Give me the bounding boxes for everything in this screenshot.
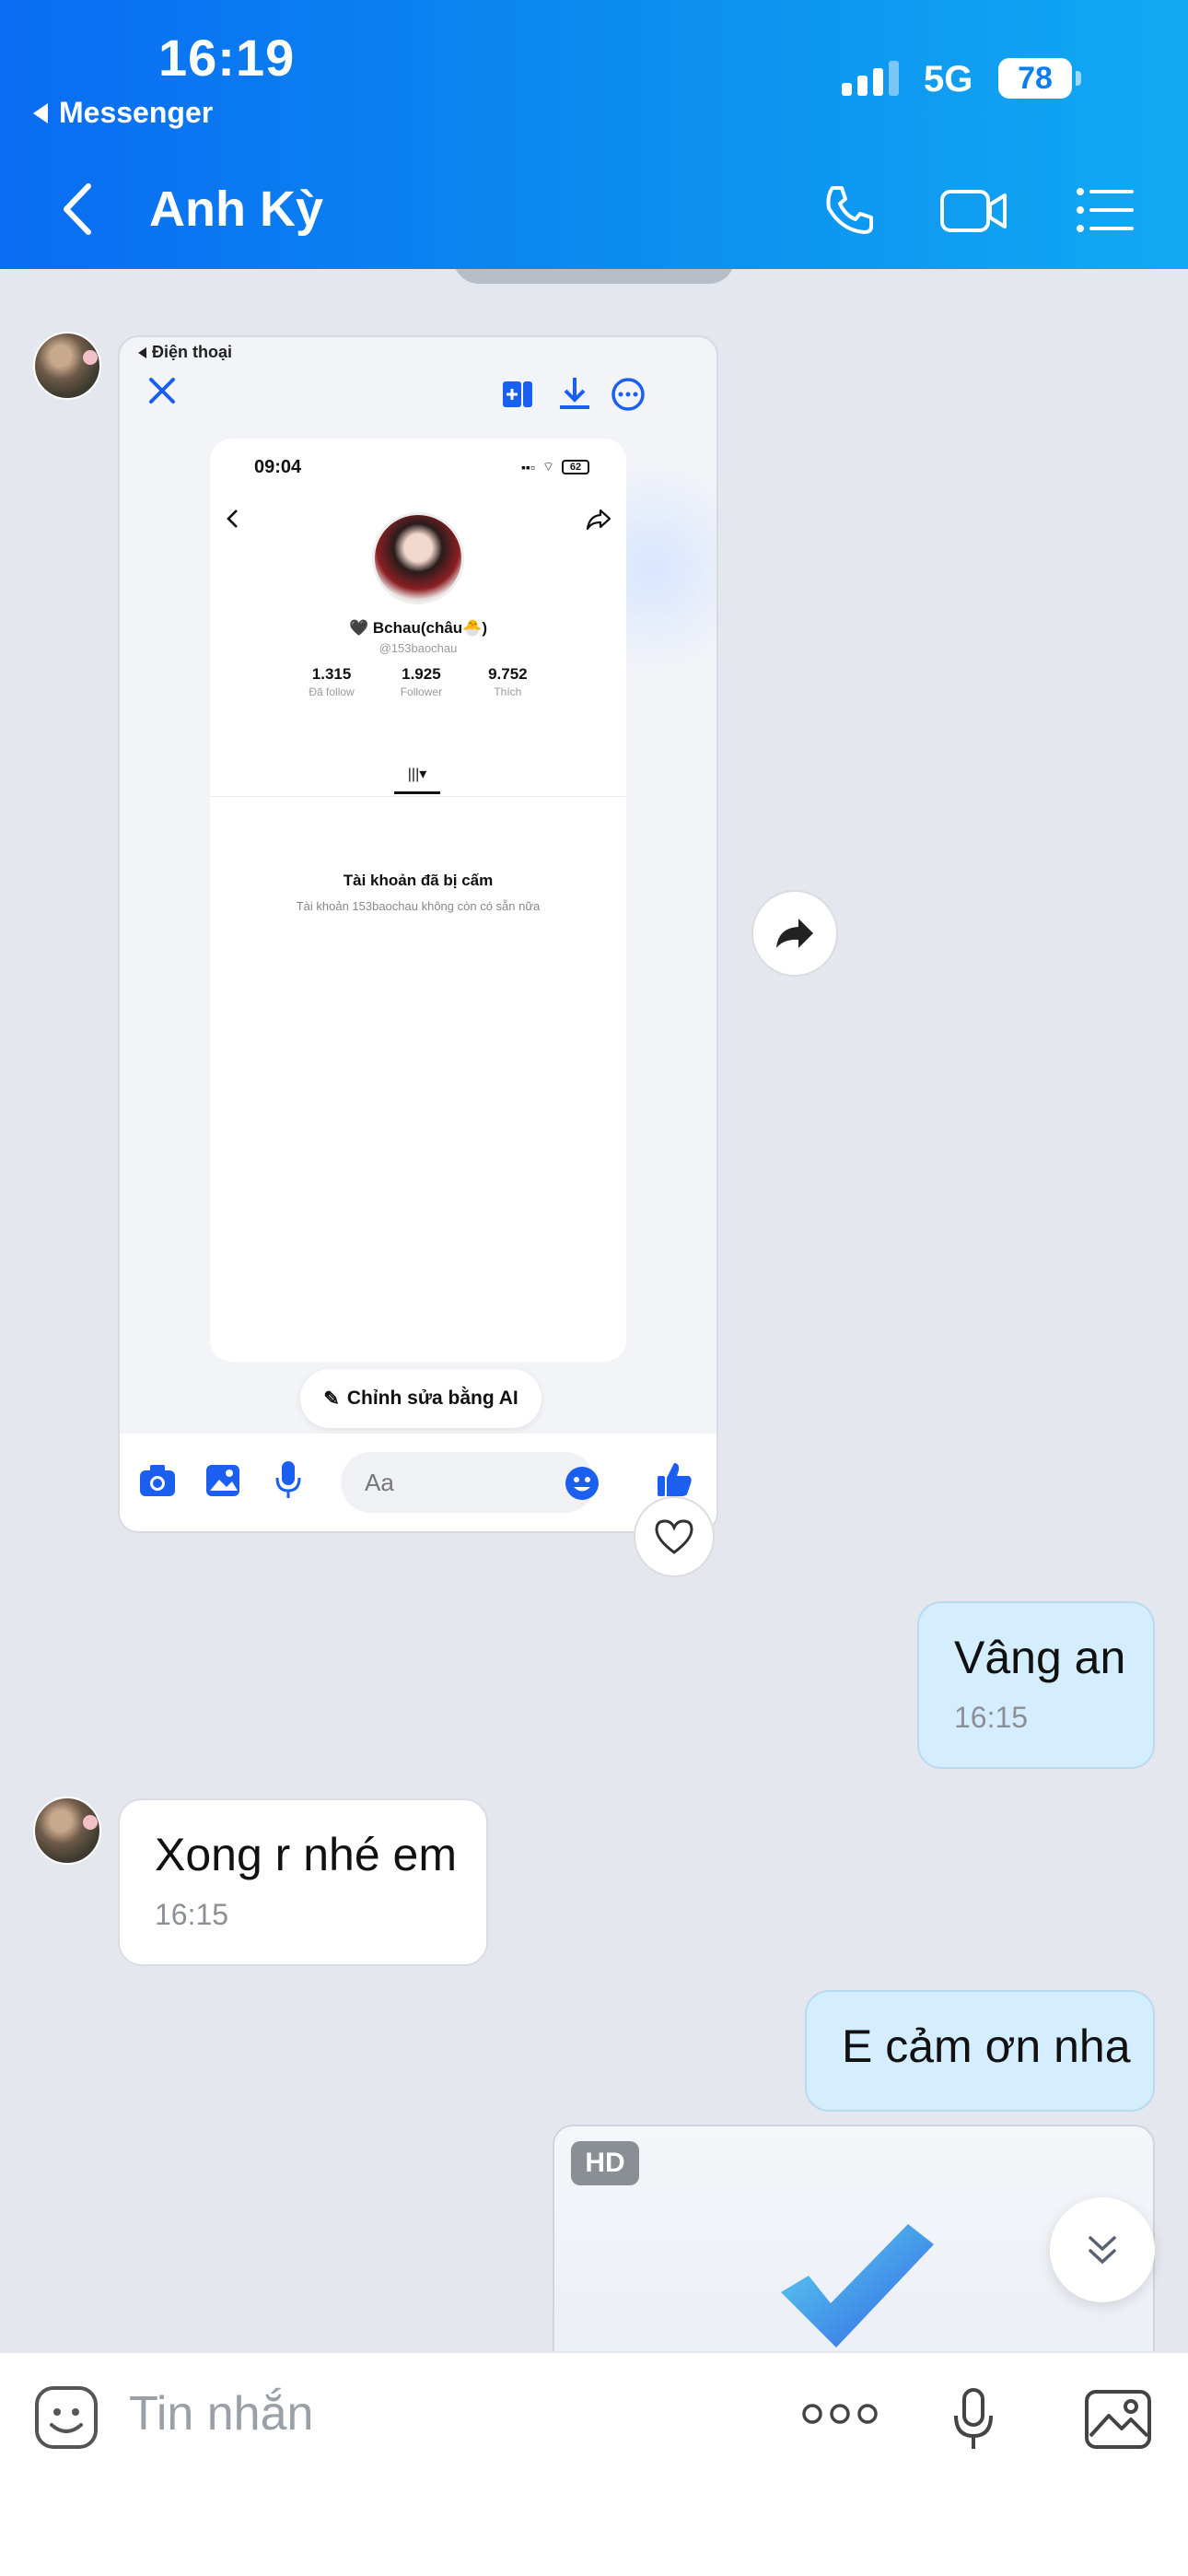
back-to-app-link[interactable]: Messenger xyxy=(33,96,213,130)
hd-badge: HD xyxy=(571,2141,639,2185)
close-icon xyxy=(149,378,175,404)
banned-subtitle: Tài khoản 153baochau không còn có sẵn nữ… xyxy=(296,899,541,913)
message-text: Xong r nhé em xyxy=(155,1829,457,1880)
message-composer: Tin nhắn xyxy=(0,2351,1188,2576)
message-text: E cảm ơn nha xyxy=(842,2020,1131,2072)
phone-signal-icon: ▪▪▫ xyxy=(520,460,535,474)
back-icon xyxy=(64,183,91,235)
chat-area[interactable]: Điện thoại 09:04 ▪▪▫ ⌔ 62 🖤 Bchau(châu🐣)… xyxy=(0,269,1188,2351)
embedded-input: Aa xyxy=(341,1452,595,1513)
embedded-status: Điện thoại xyxy=(138,343,232,362)
menu-button[interactable] xyxy=(1068,173,1142,247)
profile-name: 🖤 Bchau(châu🐣) xyxy=(348,619,487,637)
profile-handle: @153baochau xyxy=(379,641,458,655)
more-icon xyxy=(611,378,645,411)
back-triangle-icon xyxy=(138,346,146,358)
thumbs-up-icon xyxy=(658,1463,692,1496)
heart-icon xyxy=(655,1519,693,1554)
sticker-icon[interactable] xyxy=(33,2384,99,2451)
phone-battery-icon: 62 xyxy=(562,460,589,474)
image-picker-icon[interactable] xyxy=(1083,2388,1153,2451)
date-divider xyxy=(453,269,735,284)
video-call-button[interactable] xyxy=(938,173,1011,247)
forward-icon xyxy=(776,919,813,948)
grid-tab-icon: |||▾ xyxy=(394,765,440,794)
add-image-icon xyxy=(503,381,532,407)
chat-header: 16:19 Messenger 5G 78 Anh Kỳ xyxy=(0,0,1188,269)
signal-icon xyxy=(842,61,899,96)
message-bubble-outgoing[interactable]: E cảm ơn nha xyxy=(805,1990,1155,2112)
mic-icon xyxy=(275,1461,301,1498)
embedded-phone-screen: 09:04 ▪▪▫ ⌔ 62 🖤 Bchau(châu🐣) @153baocha… xyxy=(210,439,626,1362)
forward-button[interactable] xyxy=(751,890,838,977)
message-time: 16:15 xyxy=(155,1898,229,1931)
embedded-composer: Aa xyxy=(120,1434,716,1531)
status-time: 16:19 xyxy=(158,29,296,87)
image-message[interactable]: Điện thoại 09:04 ▪▪▫ ⌔ 62 🖤 Bchau(châu🐣)… xyxy=(118,335,718,1533)
battery-tip xyxy=(1076,71,1081,86)
checkmark-icon xyxy=(781,2224,934,2348)
video-call-icon xyxy=(940,190,1007,232)
voice-call-button[interactable] xyxy=(812,173,886,247)
stat-following: 1.315 Đã follow xyxy=(309,665,355,698)
back-triangle-icon xyxy=(33,102,48,123)
phone-icon xyxy=(826,186,873,234)
message-bubble-outgoing[interactable]: Vâng an 16:15 xyxy=(917,1601,1155,1769)
phone-time: 09:04 xyxy=(254,457,302,477)
avatar[interactable] xyxy=(33,1797,101,1865)
react-heart-button[interactable] xyxy=(634,1496,715,1577)
menu-list-icon xyxy=(1077,188,1134,232)
back-chevron-icon xyxy=(227,509,238,528)
contact-name[interactable]: Anh Kỳ xyxy=(149,181,323,238)
camera-icon xyxy=(140,1465,175,1496)
avatar[interactable] xyxy=(33,332,101,400)
message-input[interactable]: Tin nhắn xyxy=(129,2386,313,2441)
message-time: 16:15 xyxy=(954,1701,1029,1734)
microphone-icon[interactable] xyxy=(950,2386,996,2453)
scroll-to-bottom-button[interactable] xyxy=(1050,2197,1155,2302)
message-text: Vâng an xyxy=(954,1632,1126,1683)
network-label: 5G xyxy=(924,59,973,100)
back-button[interactable] xyxy=(55,177,101,241)
profile-stats: 1.315 Đã follow 1.925 Follower 9.752 Thích xyxy=(210,665,626,698)
share-icon xyxy=(586,509,611,531)
download-icon xyxy=(560,378,589,409)
stat-likes: 9.752 Thích xyxy=(488,665,528,698)
more-options-icon[interactable] xyxy=(801,2395,879,2432)
ai-edit-pill: ✎ Chỉnh sửa bằng AI xyxy=(300,1369,542,1428)
stat-followers: 1.925 Follower xyxy=(400,665,443,698)
banned-title: Tài khoản đã bị cấm xyxy=(343,872,494,889)
back-app-label: Messenger xyxy=(59,96,214,129)
wifi-icon: ⌔ xyxy=(542,459,554,474)
gallery-icon xyxy=(206,1465,239,1496)
battery-icon: 78 xyxy=(998,58,1072,99)
message-bubble-incoming[interactable]: Xong r nhé em 16:15 xyxy=(118,1798,488,1966)
emoji-icon xyxy=(565,1467,599,1500)
magic-wand-icon: ✎ xyxy=(323,1388,340,1410)
double-chevron-down-icon xyxy=(1089,2236,1116,2265)
profile-picture xyxy=(372,512,464,604)
